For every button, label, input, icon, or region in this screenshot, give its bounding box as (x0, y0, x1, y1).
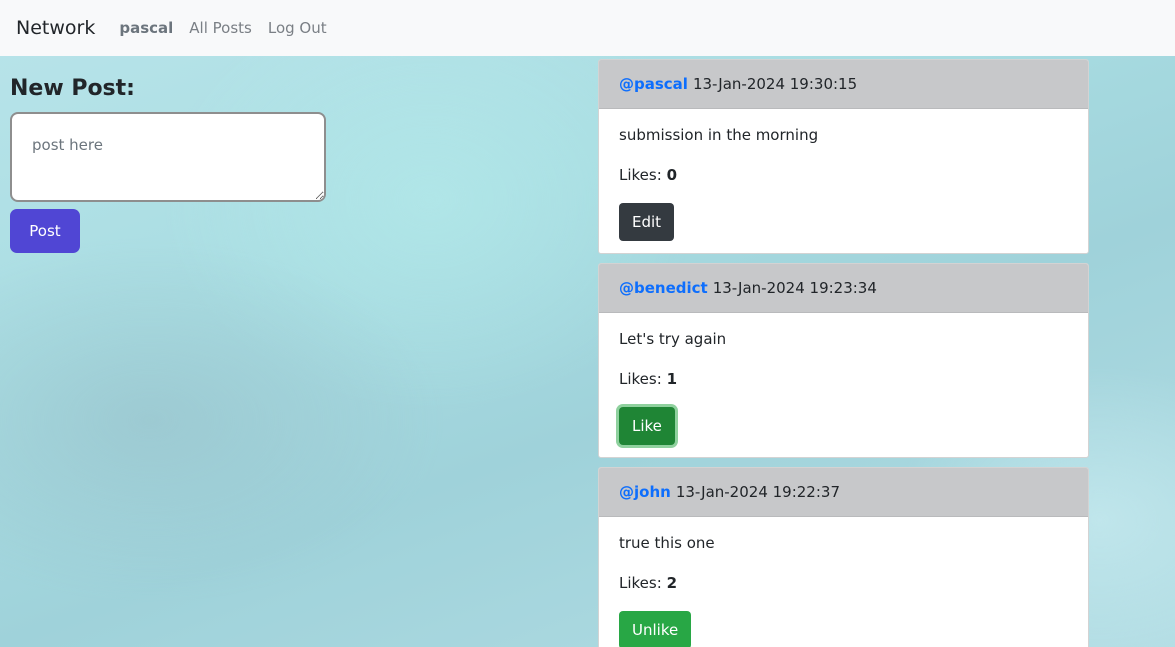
posts-list: @pascal 13-Jan-2024 19:30:15 submission … (598, 59, 1089, 647)
post-header: @benedict 13-Jan-2024 19:23:34 (599, 264, 1088, 313)
post-button[interactable]: Post (10, 209, 80, 253)
likes-count: 1 (666, 370, 677, 388)
brand-link[interactable]: Network (16, 17, 95, 39)
new-post-title: New Post: (10, 76, 135, 101)
nav-log-out-link[interactable]: Log Out (268, 19, 327, 37)
post-content: true this one (619, 534, 715, 552)
post-card: @john 13-Jan-2024 19:22:37 true this one… (598, 467, 1089, 647)
post-content: Let's try again (619, 330, 727, 348)
post-header: @pascal 13-Jan-2024 19:30:15 (599, 60, 1088, 109)
post-body: true this one Likes: 2 Unlike (599, 517, 1088, 647)
new-post-section: New Post: Post (10, 74, 328, 253)
edit-button[interactable]: Edit (619, 203, 675, 241)
post-timestamp: 13-Jan-2024 19:30:15 (692, 75, 858, 93)
likes-label: Likes: (619, 574, 662, 592)
post-card: @pascal 13-Jan-2024 19:30:15 submission … (598, 59, 1089, 254)
unlike-button[interactable]: Unlike (619, 611, 692, 647)
navbar: Network pascal All Posts Log Out (0, 0, 1175, 56)
post-likes: Likes: 2 (619, 573, 1068, 593)
post-textarea[interactable] (10, 112, 326, 202)
post-likes: Likes: 0 (619, 165, 1068, 185)
post-content: submission in the morning (619, 126, 819, 144)
post-author-link[interactable]: @pascal (619, 75, 688, 93)
likes-label: Likes: (619, 370, 662, 388)
post-timestamp: 13-Jan-2024 19:23:34 (712, 279, 877, 297)
nav-username-link[interactable]: pascal (119, 19, 173, 37)
post-timestamp: 13-Jan-2024 19:22:37 (675, 483, 840, 501)
post-body: Let's try again Likes: 1 Like (599, 313, 1088, 457)
post-likes: Likes: 1 (619, 369, 1068, 389)
post-card: @benedict 13-Jan-2024 19:23:34 Let's try… (598, 263, 1089, 458)
likes-label: Likes: (619, 166, 662, 184)
post-header: @john 13-Jan-2024 19:22:37 (599, 468, 1088, 517)
post-author-link[interactable]: @benedict (619, 279, 708, 297)
like-button[interactable]: Like (619, 407, 675, 445)
nav-all-posts-link[interactable]: All Posts (189, 19, 252, 37)
post-body: submission in the morning Likes: 0 Edit (599, 109, 1088, 253)
post-author-link[interactable]: @john (619, 483, 671, 501)
likes-count: 2 (666, 574, 677, 592)
likes-count: 0 (666, 166, 677, 184)
